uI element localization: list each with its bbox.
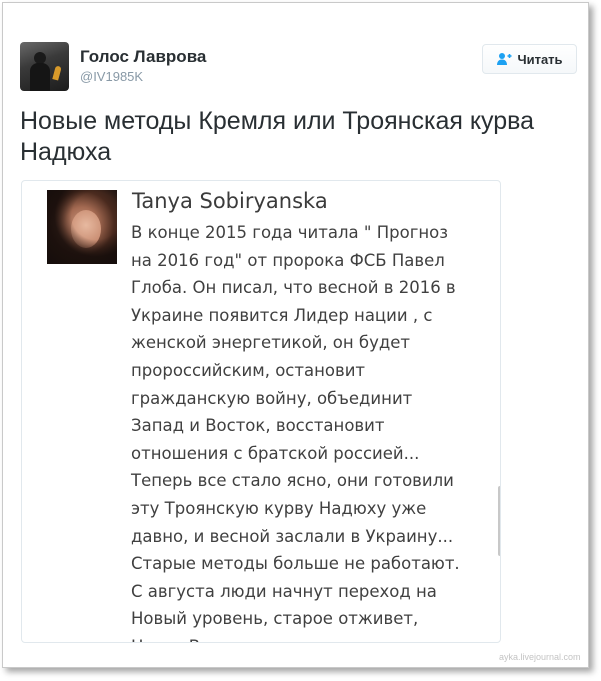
scrollbar[interactable]	[498, 486, 500, 556]
avatar-silhouette-body	[30, 63, 50, 91]
post-line: Глоба. Он писал, что весной в 2016 в	[131, 278, 456, 298]
user-handle[interactable]: @IV1985K	[80, 69, 143, 84]
post-line: давно, и весной заслали в Украину...	[131, 526, 454, 546]
post-line: отношения с братской россией...	[131, 443, 420, 463]
post-line: гражданскую войну, объединит	[131, 388, 413, 408]
profile-photo	[47, 190, 117, 264]
post-line: С августа люди начнут переход на	[131, 581, 437, 601]
display-name[interactable]: Голос Лаврова	[80, 47, 206, 67]
post-line: Теперь все стало ясно, они готовили	[131, 471, 454, 491]
post-line: женской энергетикой, он будет	[131, 333, 411, 353]
avatar[interactable]	[20, 42, 69, 91]
post-line: Новый уровень, старое отживет,	[131, 609, 419, 629]
watermark: ayka.livejournal.com	[499, 652, 581, 662]
post-line: В конце 2015 года читала " Прогноз	[131, 223, 449, 242]
tweet-text: Новые методы Кремля или Троянская курва …	[20, 107, 535, 166]
post-line: Новое Возродится	[131, 633, 491, 642]
post-line: пророссийским, остановит	[131, 360, 366, 380]
post-line: Украине появится Лидер нации , с	[131, 305, 433, 325]
post-line: на 2016 год" от пророка ФСБ Павел	[131, 250, 445, 270]
follow-button[interactable]: Читать	[482, 44, 577, 74]
post-body: В конце 2015 года читала " Прогноз на 20…	[131, 219, 491, 642]
embedded-image-card[interactable]: Tanya Sobiryanska В конце 2015 года чита…	[21, 180, 501, 643]
post-line: Старые методы больше не работают.	[131, 554, 460, 574]
ribbon-icon	[52, 65, 62, 81]
post-author-name: Tanya Sobiryanska	[132, 189, 328, 213]
profile-photo-hair	[47, 190, 117, 264]
add-user-icon	[496, 52, 512, 66]
post-line: Запад и Восток, восстановит	[131, 416, 385, 436]
follow-button-label: Читать	[517, 51, 563, 67]
post-line: эту Троянскую курву Надюху уже	[131, 498, 427, 518]
